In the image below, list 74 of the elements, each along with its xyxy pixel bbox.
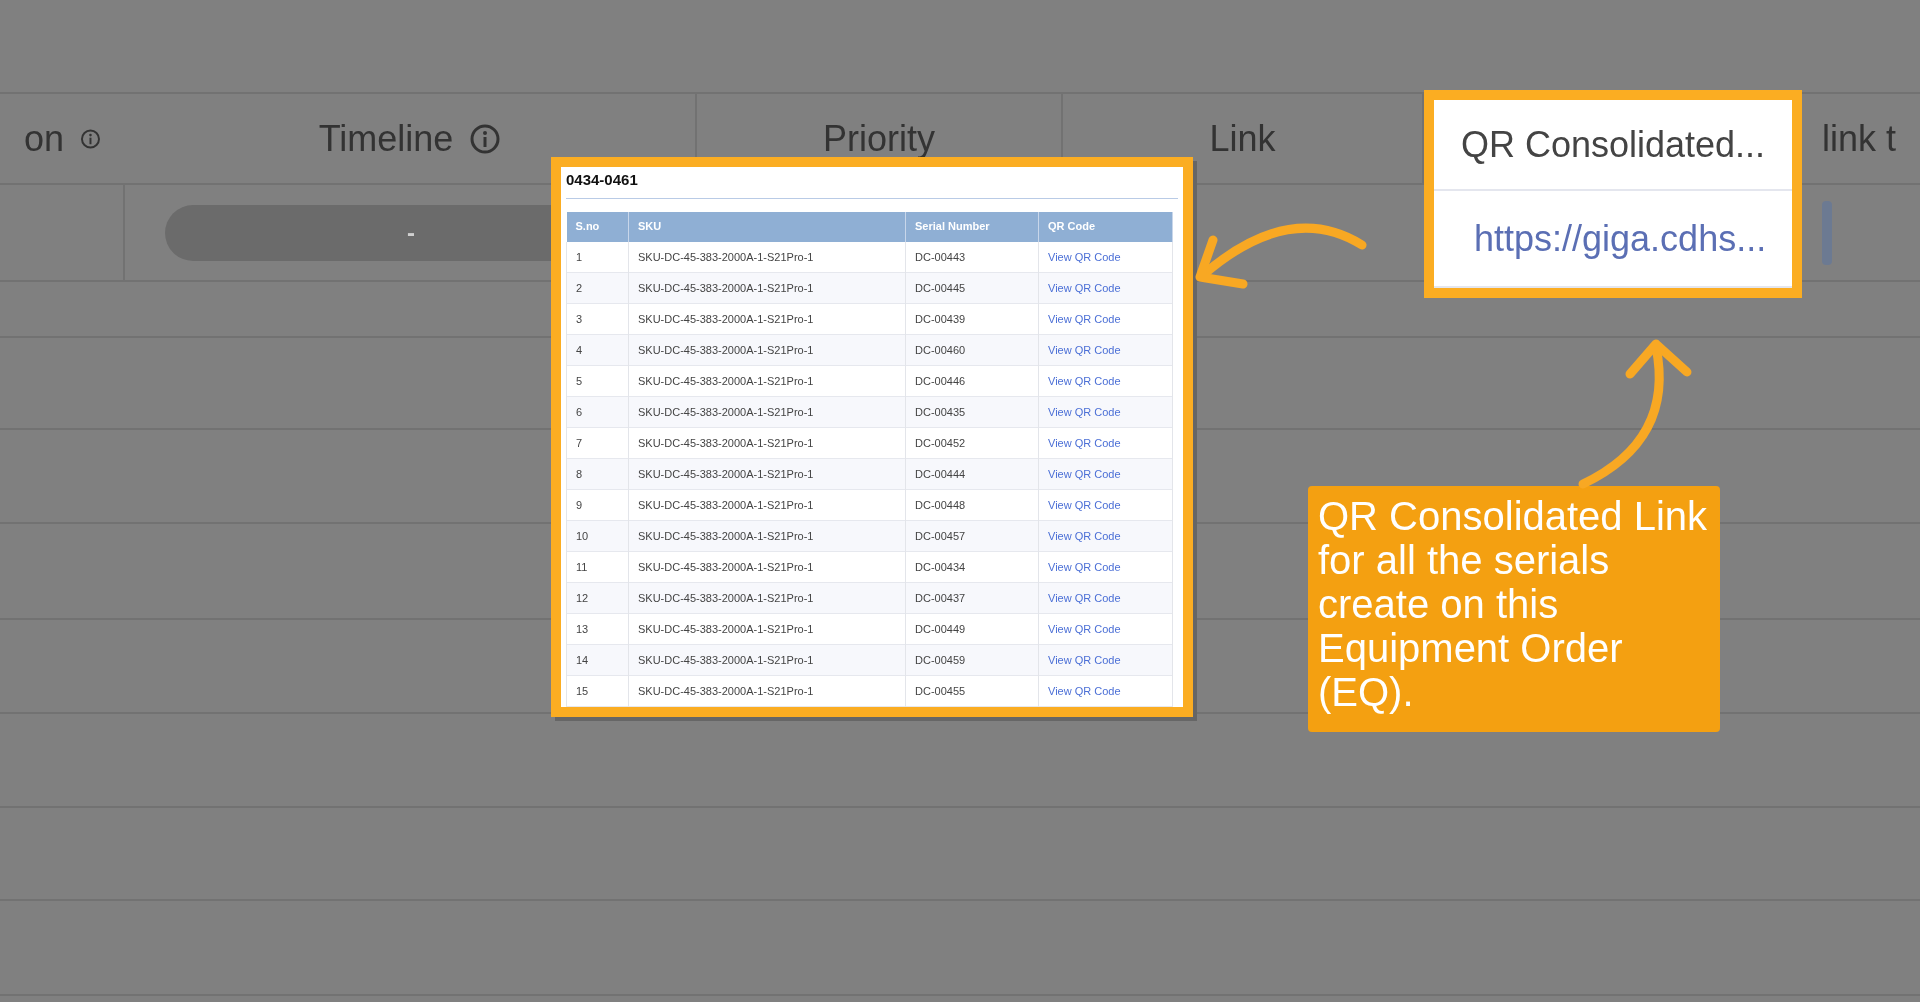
table-cell: DC-00445 xyxy=(905,272,1039,304)
table-cell: 3 xyxy=(566,303,629,335)
column-header: SKU xyxy=(628,211,906,242)
table-cell: SKU-DC-45-383-2000A-1-S21Pro-1 xyxy=(628,644,906,676)
view-qr-link[interactable]: View QR Code xyxy=(1048,467,1121,480)
table-cell: SKU-DC-45-383-2000A-1-S21Pro-1 xyxy=(628,272,906,304)
column-header: Serial Number xyxy=(905,211,1039,242)
table-cell: 10 xyxy=(566,520,629,552)
table-cell: 5 xyxy=(566,365,629,397)
info-icon[interactable] xyxy=(469,122,502,155)
popup-title: 0434-0461 xyxy=(566,167,1178,199)
table-cell: 12 xyxy=(566,582,629,614)
table-cell: SKU-DC-45-383-2000A-1-S21Pro-1 xyxy=(628,303,906,335)
table-cell: DC-00437 xyxy=(905,582,1039,614)
table-cell: DC-00457 xyxy=(905,520,1039,552)
table-cell: 11 xyxy=(566,551,629,583)
table-cell: SKU-DC-45-383-2000A-1-S21Pro-1 xyxy=(628,427,906,459)
table-cell: DC-00455 xyxy=(905,675,1039,707)
view-qr-link[interactable]: View QR Code xyxy=(1048,529,1121,542)
column-header: QR Consolidated... xyxy=(1460,122,1766,167)
table-cell: 7 xyxy=(566,427,629,459)
view-qr-link[interactable]: View QR Code xyxy=(1048,560,1121,573)
table-cell: DC-00452 xyxy=(905,427,1039,459)
view-qr-link[interactable]: View QR Code xyxy=(1048,374,1121,387)
column-header: S.no xyxy=(566,211,629,242)
table-cell: 9 xyxy=(566,489,629,521)
table-cell: SKU-DC-45-383-2000A-1-S21Pro-1 xyxy=(628,334,906,366)
view-qr-link[interactable]: View QR Code xyxy=(1048,436,1121,449)
table-cell: SKU-DC-45-383-2000A-1-S21Pro-1 xyxy=(628,551,906,583)
column-header: Link xyxy=(1209,116,1276,161)
column-header: link t xyxy=(1822,116,1897,161)
table-cell: 14 xyxy=(566,644,629,676)
column-header: QR Code xyxy=(1038,211,1173,242)
table-cell: SKU-DC-45-383-2000A-1-S21Pro-1 xyxy=(628,520,906,552)
table-cell: SKU-DC-45-383-2000A-1-S21Pro-1 xyxy=(628,582,906,614)
table-cell: DC-00435 xyxy=(905,396,1039,428)
table-cell: DC-00444 xyxy=(905,458,1039,490)
table-cell: DC-00459 xyxy=(905,644,1039,676)
table-cell: SKU-DC-45-383-2000A-1-S21Pro-1 xyxy=(628,396,906,428)
table-cell: 1 xyxy=(566,241,629,273)
view-qr-link[interactable]: View QR Code xyxy=(1048,622,1121,635)
view-qr-link[interactable]: View QR Code xyxy=(1048,343,1121,356)
table-cell: DC-00448 xyxy=(905,489,1039,521)
table-cell: 6 xyxy=(566,396,629,428)
table-cell: DC-00434 xyxy=(905,551,1039,583)
column-header: on xyxy=(24,116,65,161)
column-header: Timeline xyxy=(318,116,454,161)
column-header: Priority xyxy=(823,116,935,161)
table-cell: 15 xyxy=(566,675,629,707)
view-qr-link[interactable]: View QR Code xyxy=(1048,312,1121,325)
table-cell: SKU-DC-45-383-2000A-1-S21Pro-1 xyxy=(628,241,906,273)
view-qr-link[interactable]: View QR Code xyxy=(1048,405,1121,418)
table-cell: DC-00460 xyxy=(905,334,1039,366)
table-cell: 13 xyxy=(566,613,629,645)
table-cell: SKU-DC-45-383-2000A-1-S21Pro-1 xyxy=(628,489,906,521)
view-qr-link[interactable]: View QR Code xyxy=(1048,591,1121,604)
table-cell: DC-00446 xyxy=(905,365,1039,397)
table-cell: 2 xyxy=(566,272,629,304)
view-qr-link[interactable]: View QR Code xyxy=(1048,281,1121,294)
table-cell: SKU-DC-45-383-2000A-1-S21Pro-1 xyxy=(628,458,906,490)
table-cell: 8 xyxy=(566,458,629,490)
view-qr-link[interactable]: View QR Code xyxy=(1048,653,1121,666)
table-cell: SKU-DC-45-383-2000A-1-S21Pro-1 xyxy=(628,675,906,707)
table-cell: SKU-DC-45-383-2000A-1-S21Pro-1 xyxy=(628,613,906,645)
consolidated-link[interactable]: https://giga.cdhs... xyxy=(1474,211,1767,266)
callout-text: QR Consolidated Link for all the serials create on this Equipment Order (EQ). xyxy=(1318,494,1709,714)
view-qr-link[interactable]: View QR Code xyxy=(1048,498,1121,511)
view-qr-link[interactable]: View QR Code xyxy=(1048,684,1121,697)
table-cell: DC-00439 xyxy=(905,303,1039,335)
table-cell: DC-00443 xyxy=(905,241,1039,273)
view-qr-link[interactable]: View QR Code xyxy=(1048,250,1121,263)
table-cell: DC-00449 xyxy=(905,613,1039,645)
table-cell: SKU-DC-45-383-2000A-1-S21Pro-1 xyxy=(628,365,906,397)
table-cell: 4 xyxy=(566,334,629,366)
